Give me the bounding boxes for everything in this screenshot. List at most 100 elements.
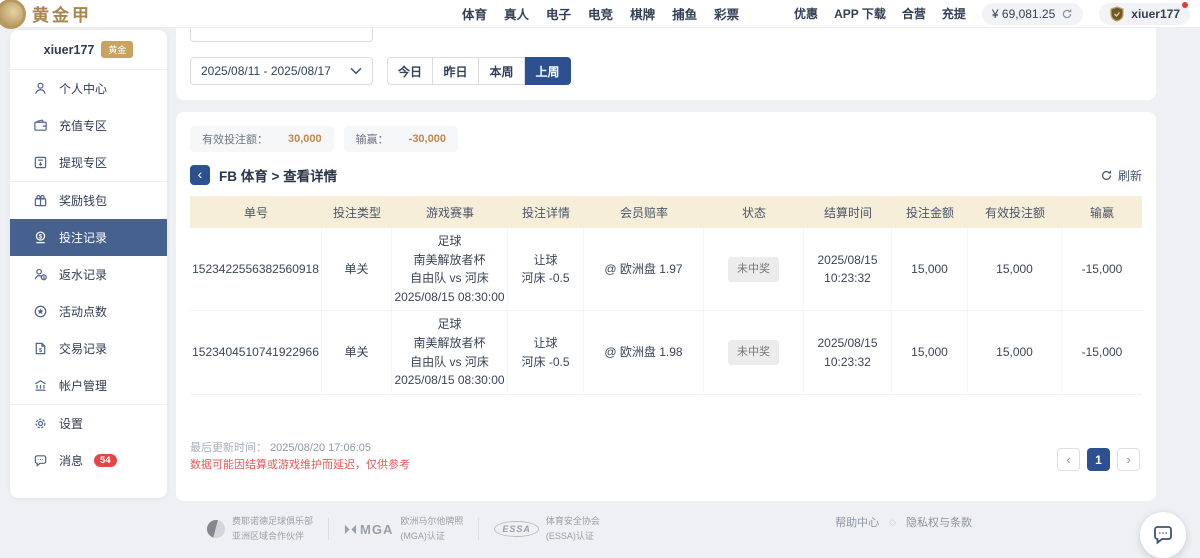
balance-pill[interactable]: ¥ 69,081.25 bbox=[982, 3, 1083, 25]
col-bet-detail: 投注详情 bbox=[508, 196, 584, 228]
back-button[interactable]: ‹ bbox=[190, 165, 210, 185]
cell-settle-time: 2025/08/15 10:23:32 bbox=[804, 311, 892, 394]
svg-text:$: $ bbox=[38, 348, 42, 354]
sidebar-item-label: 个人中心 bbox=[59, 80, 107, 97]
col-settle-time: 结算时间 bbox=[804, 196, 892, 228]
gear-icon bbox=[32, 416, 48, 432]
table-row: 1523422556382560918 单关 足球 南美解放者杯 自由队 vs … bbox=[190, 228, 1142, 311]
event-league: 南美解放者杯 bbox=[413, 251, 485, 270]
bet-selection: 河床 -0.5 bbox=[521, 269, 569, 288]
link-partnership[interactable]: 合营 bbox=[902, 5, 926, 22]
yesterday-button[interactable]: 昨日 bbox=[433, 57, 479, 85]
sidebar-item-bet-records[interactable]: $ 投注记录 bbox=[10, 219, 167, 256]
event-sport: 足球 bbox=[437, 315, 461, 334]
nav-live[interactable]: 真人 bbox=[504, 4, 529, 23]
message-icon bbox=[32, 453, 48, 469]
cell-bet-detail: 让球 河床 -0.5 bbox=[508, 228, 584, 311]
col-order-no: 单号 bbox=[190, 196, 322, 228]
cell-win-loss: -15,000 bbox=[1062, 311, 1142, 394]
sidebar-item-personal-center[interactable]: 个人中心 bbox=[10, 70, 167, 107]
user-menu[interactable]: xiuer177 bbox=[1099, 3, 1190, 25]
table-footnotes: 最后更新时间： 2025/08/20 17:06:05 数据可能因结算或游戏维护… bbox=[190, 440, 410, 475]
event-sport: 足球 bbox=[437, 232, 461, 251]
today-button[interactable]: 今日 bbox=[387, 57, 433, 85]
partner-desc: 亚洲区域合作伙伴 bbox=[232, 529, 313, 544]
sidebar-item-settings[interactable]: 设置 bbox=[10, 405, 167, 442]
table-header-row: 单号 投注类型 游戏赛事 投注详情 会员赔率 状态 结算时间 投注金额 有效投注… bbox=[190, 196, 1142, 228]
sidebar-item-rebate-records[interactable]: $ 返水记录 bbox=[10, 256, 167, 293]
wallet-icon bbox=[32, 118, 48, 134]
link-deposit-withdraw[interactable]: 充提 bbox=[942, 5, 966, 22]
valid-bet-label: 有效投注额： bbox=[202, 131, 268, 147]
cell-odds: @ 欧洲盘 1.97 bbox=[584, 228, 704, 311]
brand-logo[interactable]: 黄金甲 bbox=[10, 1, 220, 26]
event-time: 2025/08/15 08:30:00 bbox=[394, 288, 504, 307]
event-time: 2025/08/15 08:30:00 bbox=[394, 371, 504, 390]
date-range-select[interactable]: 2025/08/11 - 2025/08/17 bbox=[190, 57, 373, 85]
records-panel: 有效投注额： 30,000 输赢： -30,000 ‹ FB 体育 > 查看详情… bbox=[176, 112, 1156, 501]
sidebar-item-label: 返水记录 bbox=[59, 266, 107, 283]
sidebar-item-label: 活动点数 bbox=[59, 303, 107, 320]
filter-panel: 2025/08/11 - 2025/08/17 今日 昨日 本周 上周 bbox=[176, 28, 1156, 100]
bet-market: 让球 bbox=[533, 334, 557, 353]
sidebar-item-activity-points[interactable]: 活动点数 bbox=[10, 293, 167, 330]
nav-slots[interactable]: 电子 bbox=[546, 4, 571, 23]
next-page-button[interactable]: › bbox=[1117, 448, 1140, 471]
refresh-icon[interactable] bbox=[1061, 8, 1073, 20]
table-row: 1523404510741922966 单关 足球 南美解放者杯 自由队 vs … bbox=[190, 311, 1142, 394]
link-promotions[interactable]: 优惠 bbox=[794, 5, 818, 22]
privacy-terms-link[interactable]: 隐私权与条款 bbox=[906, 514, 972, 530]
mga-partner: MGA 欧洲马尔他牌照 (MGA)认证 bbox=[344, 514, 463, 545]
sidebar-item-reward-wallet[interactable]: 奖励钱包 bbox=[10, 182, 167, 219]
footer-link-separator: ◇ bbox=[889, 517, 896, 528]
help-center-link[interactable]: 帮助中心 bbox=[835, 514, 879, 530]
chat-support-button[interactable] bbox=[1140, 512, 1186, 558]
chevron-down-icon bbox=[350, 67, 362, 75]
nav-fishing[interactable]: 捕鱼 bbox=[672, 4, 697, 23]
mga-logo-text: MGA bbox=[360, 522, 393, 537]
nav-lottery[interactable]: 彩票 bbox=[714, 4, 739, 23]
username: xiuer177 bbox=[1131, 7, 1180, 21]
bet-record-icon: $ bbox=[32, 230, 48, 246]
points-star-icon bbox=[32, 304, 48, 320]
cell-event: 足球 南美解放者杯 自由队 vs 河床 2025/08/15 08:30:00 bbox=[392, 311, 508, 394]
refresh-button[interactable]: 刷新 bbox=[1100, 167, 1142, 184]
transaction-doc-icon: $ bbox=[32, 341, 48, 357]
sidebar-item-label: 提现专区 bbox=[59, 154, 107, 171]
balance-amount: ¥ 69,081.25 bbox=[992, 7, 1055, 21]
cell-status: 未中奖 bbox=[704, 228, 804, 311]
nav-esports[interactable]: 电竞 bbox=[588, 4, 613, 23]
vip-level-badge: 黄金 bbox=[101, 41, 133, 58]
sidebar-item-label: 充值专区 bbox=[59, 117, 107, 134]
sidebar-item-messages[interactable]: 消息 54 bbox=[10, 442, 167, 479]
sidebar-item-deposit[interactable]: 充值专区 bbox=[10, 107, 167, 144]
nav-cards[interactable]: 棋牌 bbox=[630, 4, 655, 23]
essa-logo-icon: ESSA bbox=[494, 521, 539, 537]
col-event: 游戏赛事 bbox=[392, 196, 508, 228]
prev-page-button[interactable]: ‹ bbox=[1057, 448, 1080, 471]
essa-partner: ESSA 体育安全协会 (ESSA)认证 bbox=[494, 514, 600, 545]
cell-bet-amount: 15,000 bbox=[892, 311, 968, 394]
filter-input-partial[interactable] bbox=[190, 28, 373, 42]
this-week-button[interactable]: 本周 bbox=[479, 57, 525, 85]
sidebar-item-withdraw[interactable]: 提现专区 bbox=[10, 144, 167, 181]
partner-logos: 费耶诺德足球俱乐部 亚洲区域合作伙伴 MGA 欧洲马尔他牌照 (MGA)认证 E… bbox=[207, 514, 600, 545]
sidebar-item-label: 奖励钱包 bbox=[59, 192, 107, 209]
col-status: 状态 bbox=[704, 196, 804, 228]
club-logo-icon bbox=[207, 520, 225, 538]
last-week-button[interactable]: 上周 bbox=[525, 57, 571, 85]
cell-status: 未中奖 bbox=[704, 311, 804, 394]
page-1-button[interactable]: 1 bbox=[1087, 448, 1110, 471]
page-footer: 费耶诺德足球俱乐部 亚洲区域合作伙伴 MGA 欧洲马尔他牌照 (MGA)认证 E… bbox=[0, 506, 1200, 546]
cell-bet-type: 单关 bbox=[322, 228, 392, 311]
settle-clock: 10:23:32 bbox=[824, 269, 871, 288]
notification-dot bbox=[1182, 2, 1188, 8]
sidebar-item-transaction-records[interactable]: $ 交易记录 bbox=[10, 330, 167, 367]
mga-logo-icon: MGA bbox=[344, 522, 393, 537]
avatar-shield-icon bbox=[1109, 6, 1125, 22]
bet-selection: 河床 -0.5 bbox=[521, 353, 569, 372]
nav-sports[interactable]: 体育 bbox=[462, 4, 487, 23]
sidebar-item-account-management[interactable]: 帐户管理 bbox=[10, 367, 167, 404]
link-app-download[interactable]: APP 下载 bbox=[834, 5, 886, 22]
sidebar: xiuer177 黄金 个人中心 充值专区 提现专区 奖励钱包 $ 投注记录 $… bbox=[10, 30, 167, 498]
